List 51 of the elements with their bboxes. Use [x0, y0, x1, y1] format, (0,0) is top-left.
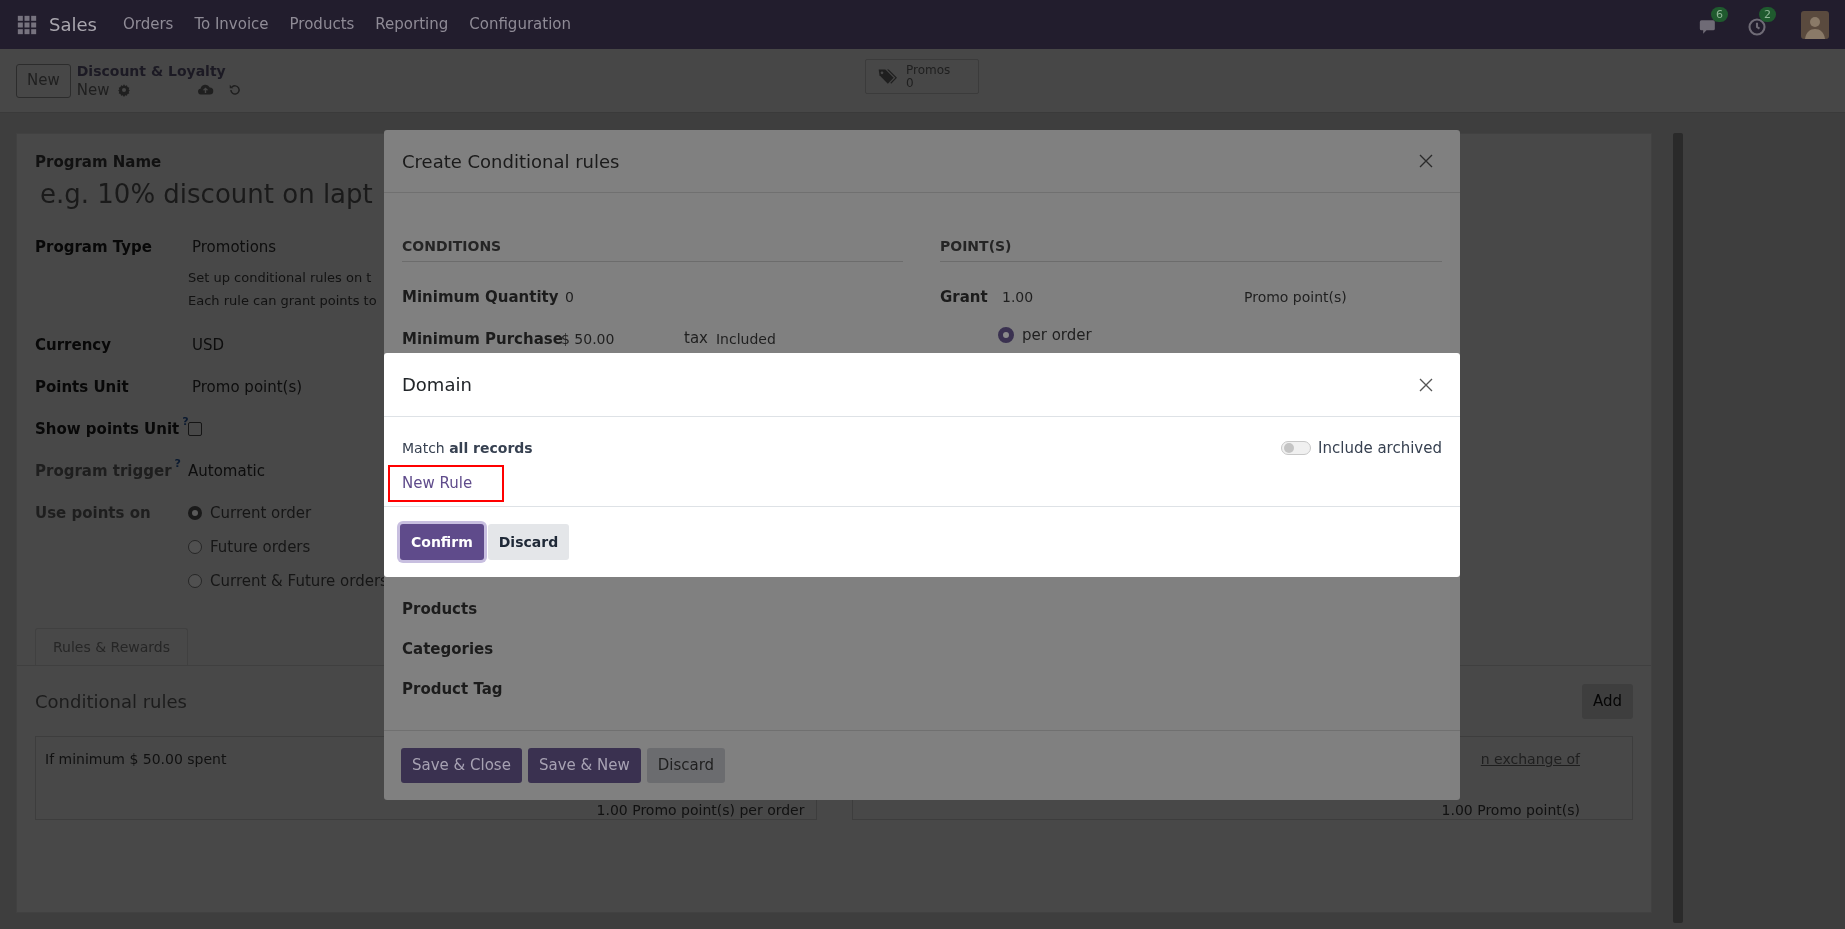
toggle-switch[interactable] — [1281, 441, 1312, 456]
field-value[interactable]: 0 — [565, 286, 574, 308]
menu-item[interactable]: Reporting — [375, 13, 449, 36]
menu-item[interactable]: To Invoice — [194, 13, 269, 36]
clock-icon[interactable] — [1747, 16, 1767, 37]
field-label: Product Tag — [402, 679, 504, 700]
field-value: Promo point(s) — [1244, 287, 1347, 307]
field-label: Currency — [35, 335, 111, 356]
close-icon[interactable] — [1418, 153, 1434, 169]
toggle-label: Include archived — [1318, 438, 1442, 459]
close-icon[interactable] — [1418, 376, 1434, 393]
menu-item[interactable]: Configuration — [469, 13, 571, 36]
undo-icon[interactable] — [228, 82, 243, 97]
field-label: Products — [402, 599, 479, 620]
field-value[interactable]: 1.00 — [1002, 286, 1244, 308]
field-value[interactable]: Promotions — [192, 236, 377, 258]
field-label: Points Unit — [35, 377, 129, 398]
checkbox[interactable] — [188, 422, 202, 436]
count-badge: 6 — [1711, 6, 1728, 22]
apps-menu-icon[interactable] — [17, 14, 37, 35]
field-label: Minimum Quantity — [402, 286, 560, 308]
radio-button[interactable] — [998, 327, 1014, 343]
menu-item[interactable]: Products — [289, 13, 355, 36]
section-heading: POINT(S) — [940, 236, 1442, 262]
radio-label: per order — [1022, 324, 1092, 346]
dialog-button[interactable]: Discard — [487, 524, 570, 560]
dialog-button[interactable]: Save & Close — [401, 748, 522, 783]
new-rule-link[interactable]: New Rule — [402, 471, 473, 495]
field-value[interactable]: USD — [192, 334, 225, 356]
field-label: Grant — [940, 286, 989, 308]
field-label: Categories — [402, 639, 495, 660]
match-text: Match all records — [402, 438, 533, 458]
section-heading: CONDITIONS — [402, 236, 903, 262]
menu-item[interactable]: Orders — [122, 13, 174, 36]
field-value[interactable]: $ 50.00 — [561, 328, 684, 350]
field-value[interactable]: Promo point(s) — [192, 376, 303, 398]
count-badge: 2 — [1759, 6, 1776, 22]
dialog-button[interactable]: Confirm — [400, 524, 484, 560]
field-label: Program Type — [35, 237, 152, 258]
dialog-title: Create Conditional rules — [402, 149, 620, 174]
dialog-button[interactable]: Discard — [646, 748, 726, 783]
field-value[interactable]: Included — [715, 328, 776, 350]
field-label: Show points Unit — [35, 419, 180, 440]
field-label: tax — [684, 327, 708, 349]
dialog-title: Domain — [402, 373, 472, 397]
field-label: Minimum Purchase — [402, 328, 561, 350]
avatar[interactable] — [1801, 10, 1829, 39]
dialog-button[interactable]: Save & New — [527, 748, 641, 783]
gear-icon[interactable] — [117, 82, 132, 97]
app-name-link[interactable]: Sales — [49, 11, 97, 38]
field-value: Automatic — [188, 461, 265, 482]
